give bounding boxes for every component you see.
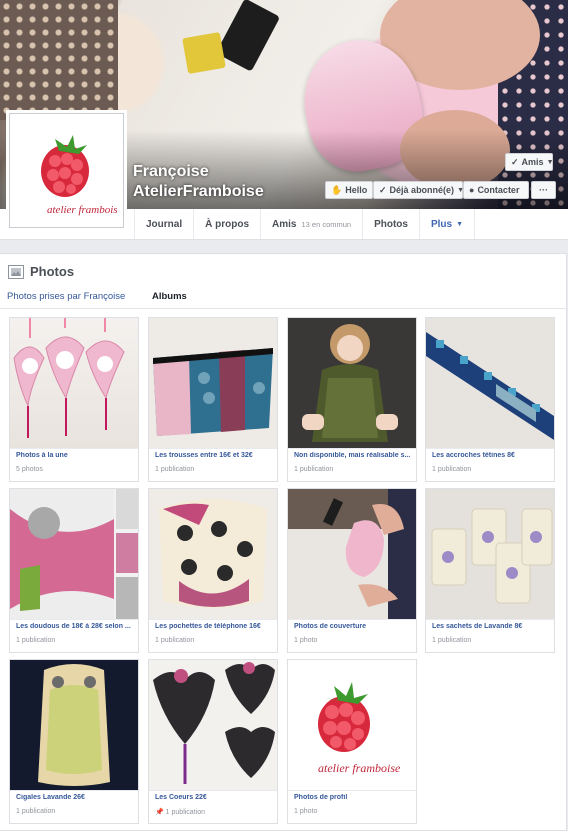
album-thumbnail [288, 489, 416, 619]
album-card[interactable]: Les pochettes de téléphone 16€ 1 publica… [148, 488, 278, 653]
raspberry-logo: atelier framboise [40, 134, 117, 216]
album-card[interactable]: Les doudous de 18€ à 28€ selon ... 1 pub… [9, 488, 139, 653]
logo-text: atelier framboise [47, 204, 117, 216]
check-icon: ✓ [379, 184, 387, 195]
album-count: 1 publication [294, 466, 334, 473]
profile-picture[interactable]: atelier framboise [9, 113, 124, 228]
album-card[interactable]: Cigales Lavande 26€ 1 publication [9, 659, 139, 824]
album-count: 1 publication [155, 637, 195, 644]
logo-text: atelier framboise [318, 761, 401, 775]
cover-fabric-left [0, 0, 118, 120]
cover-paint-tube [215, 0, 281, 72]
ellipsis-icon: ··· [539, 185, 548, 195]
photos-icon [8, 264, 24, 279]
album-title[interactable]: Non disponible, mais réalisable s... [294, 452, 414, 459]
tab-friends[interactable]: Amis 13 en commun [260, 209, 362, 239]
album-title[interactable]: Photos de profil [294, 794, 414, 801]
profile-name-line1: Françoise [133, 163, 209, 180]
album-count: 1 photo [294, 637, 318, 644]
subtab-albums[interactable]: Albums [152, 291, 187, 302]
profile-name-line2: AtelierFramboise [133, 183, 264, 200]
album-title[interactable]: Les trousses entre 16€ et 32€ [155, 452, 275, 459]
album-card[interactable]: Les trousses entre 16€ et 32€ 1 publicat… [148, 317, 278, 482]
album-card[interactable]: Les sachets de Lavande 8€ 1 publication [425, 488, 555, 653]
album-title[interactable]: Photos à la une [16, 452, 136, 459]
caret-down-icon: ▼ [456, 220, 464, 228]
album-thumbnail [10, 660, 138, 790]
album-card[interactable]: Les accroches tétines 8€ 1 publication [425, 317, 555, 482]
album-thumbnail [426, 489, 554, 619]
check-icon: ✓ [511, 156, 519, 167]
contact-button[interactable]: ● Contacter [463, 181, 529, 199]
album-thumbnail [10, 318, 138, 448]
subscribed-button[interactable]: ✓ Déjà abonné(e) ▼ [373, 181, 464, 199]
album-title[interactable]: Cigales Lavande 26€ [16, 794, 136, 801]
album-title[interactable]: Les accroches tétines 8€ [432, 452, 552, 459]
album-title[interactable]: Les sachets de Lavande 8€ [432, 623, 552, 630]
album-count: 1 publication [16, 808, 56, 815]
caret-down-icon: ▼ [546, 158, 554, 166]
tab-photos[interactable]: Photos [362, 209, 419, 239]
friends-button[interactable]: ✓ Amis ▼ [505, 153, 554, 171]
album-card[interactable]: Photos à la une 5 photos [9, 317, 139, 482]
more-options-button[interactable]: ··· [531, 181, 556, 199]
album-thumbnail [288, 318, 416, 448]
mutual-friends-count: 13 en commun [301, 219, 352, 229]
album-card[interactable]: Non disponible, mais réalisable s... 1 p… [287, 317, 417, 482]
album-thumbnail [10, 489, 138, 619]
album-count: 1 photo [294, 808, 318, 815]
album-title[interactable]: Les doudous de 18€ à 28€ selon ... [16, 623, 136, 630]
album-thumbnail [149, 489, 277, 619]
cover-glue-bottle [182, 31, 226, 75]
photos-title: Photos [30, 264, 75, 279]
album-card[interactable]: atelier framboise Photos de profil 1 pho… [287, 659, 417, 824]
hello-button[interactable]: ✋ Hello [325, 181, 373, 199]
subtab-photos-by[interactable]: Photos prises par Françoise [7, 291, 125, 302]
album-count: 1 publication [155, 466, 195, 473]
album-thumbnail [426, 318, 554, 448]
album-count: 1 publication [432, 466, 472, 473]
album-thumbnail [149, 660, 277, 790]
pin-icon: 📌 [155, 809, 164, 816]
album-count: 📌 1 publication [155, 809, 205, 816]
profile-name[interactable]: Françoise AtelierFramboise [133, 162, 264, 202]
photos-header: Photos [8, 264, 74, 279]
album-thumbnail [149, 318, 277, 448]
album-count: 1 publication [16, 637, 56, 644]
album-card[interactable]: Photos de couverture 1 photo [287, 488, 417, 653]
photos-card: Photos Photos prises par Françoise Album… [0, 253, 567, 831]
album-title[interactable]: Photos de couverture [294, 623, 414, 630]
album-title[interactable]: Les Coeurs 22€ [155, 794, 275, 801]
tab-journal[interactable]: Journal [134, 209, 193, 239]
album-count: 1 publication [432, 637, 472, 644]
album-card[interactable]: Les Coeurs 22€ 📌 1 publication [148, 659, 278, 824]
wave-icon: ✋ [331, 184, 343, 195]
album-count: 5 photos [16, 466, 43, 473]
album-title[interactable]: Les pochettes de téléphone 16€ [155, 623, 275, 630]
tab-more[interactable]: Plus ▼ [418, 209, 476, 239]
tab-about[interactable]: À propos [193, 209, 260, 239]
messenger-icon: ● [469, 185, 475, 195]
photos-subtabs: Photos prises par Françoise Albums [0, 286, 566, 309]
album-thumbnail: atelier framboise [288, 660, 416, 790]
